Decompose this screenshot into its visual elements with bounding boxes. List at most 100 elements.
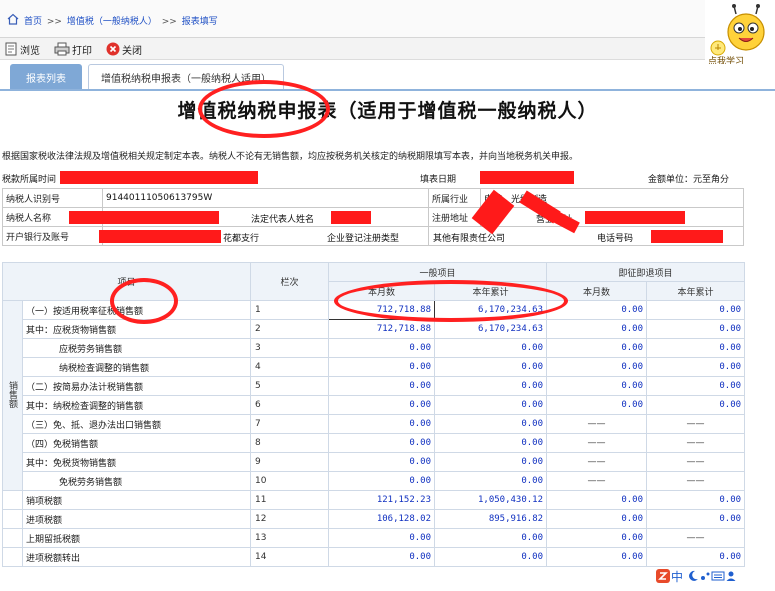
cell-refund-year[interactable]: ——	[646, 471, 746, 491]
side-label-sales: 销售额	[2, 300, 23, 491]
cell-general-year[interactable]: 895,916.82	[434, 509, 548, 529]
annotation-circle-row-label	[110, 278, 178, 324]
cell-general-month[interactable]: 0.00	[328, 357, 436, 377]
redacted-taxpayer-name	[69, 211, 219, 224]
breadcrumb-current: 报表填写	[181, 17, 218, 27]
cell-general-month[interactable]: 712,718.88	[328, 319, 436, 339]
home-icon[interactable]	[7, 13, 19, 25]
legal-rep-label: 法定代表人姓名	[251, 215, 315, 225]
cell-refund-year[interactable]: 0.00	[646, 395, 746, 415]
cell-general-year[interactable]: 0.00	[434, 376, 548, 396]
cell-refund-year[interactable]: 0.00	[646, 319, 746, 339]
cell-general-month[interactable]: 106,128.02	[328, 509, 436, 529]
cell-refund-month[interactable]: 0.00	[546, 395, 648, 415]
cell-general-month[interactable]: 0.00	[328, 395, 436, 415]
close-button-label: 关闭	[122, 45, 142, 57]
cell-general-year[interactable]: 0.00	[434, 433, 548, 453]
cell-general-year[interactable]: 0.00	[434, 471, 548, 491]
row-column-no: 5	[250, 376, 330, 396]
cell-general-month[interactable]: 0.00	[328, 338, 436, 358]
cell-general-month[interactable]: 0.00	[328, 433, 436, 453]
row-column-no: 11	[250, 490, 330, 510]
cell-general-year[interactable]: 0.00	[434, 395, 548, 415]
cell-general-year[interactable]: 0.00	[434, 338, 548, 358]
preview-icon	[5, 42, 17, 56]
cell-refund-month[interactable]: 0.00	[546, 319, 648, 339]
cell-refund-month[interactable]: ——	[546, 452, 648, 472]
row-label: （二）按简易办法计税销售额	[21, 376, 252, 396]
cell-refund-year[interactable]: 0.00	[646, 300, 746, 320]
side-blank	[2, 528, 23, 548]
row-label: （三）免、抵、退办法出口销售额	[21, 414, 252, 434]
ime-taskbar[interactable]: 中	[655, 566, 775, 586]
print-button[interactable]: 打印	[54, 40, 92, 58]
cell-refund-month[interactable]: 0.00	[546, 490, 648, 510]
cell-refund-month[interactable]: 0.00	[546, 376, 648, 396]
row-column-no: 12	[250, 509, 330, 529]
cell-refund-month[interactable]: 0.00	[546, 547, 648, 567]
cell-refund-month[interactable]: 0.00	[546, 509, 648, 529]
cell-refund-year[interactable]: 0.00	[646, 376, 746, 396]
table-row: 应税劳务销售额 3 0.00 0.00 0.00 0.00	[3, 338, 746, 358]
cell-general-month[interactable]: 0.00	[328, 414, 436, 434]
cell-refund-month[interactable]: ——	[546, 471, 648, 491]
redacted-biz-address	[585, 211, 685, 224]
header-refund-items: 即征即退项目	[546, 262, 746, 282]
cell-refund-month[interactable]: 0.00	[546, 528, 648, 548]
ime-language[interactable]: 中	[671, 568, 683, 585]
cell-general-year[interactable]: 0.00	[434, 547, 548, 567]
printer-icon	[54, 42, 70, 56]
print-button-label: 打印	[72, 45, 92, 57]
side-blank	[2, 509, 23, 529]
cell-refund-month[interactable]: 0.00	[546, 338, 648, 358]
cell-refund-year[interactable]: 0.00	[646, 490, 746, 510]
punctuation-icon[interactable]	[699, 570, 711, 582]
row-column-no: 6	[250, 395, 330, 415]
cell-refund-year[interactable]: 0.00	[646, 547, 746, 567]
cell-refund-month[interactable]: ——	[546, 414, 648, 434]
breadcrumb-home-link[interactable]: 首页	[24, 17, 42, 27]
cell-refund-year[interactable]: 0.00	[646, 357, 746, 377]
cell-general-month[interactable]: 0.00	[328, 471, 436, 491]
row-column-no: 4	[250, 357, 330, 377]
moon-icon[interactable]	[687, 570, 699, 582]
cell-refund-month[interactable]: ——	[546, 433, 648, 453]
annotation-circle-values	[334, 280, 568, 322]
user-icon[interactable]	[725, 570, 737, 582]
cell-general-month[interactable]: 0.00	[328, 547, 436, 567]
preview-button[interactable]: 浏览	[4, 40, 40, 58]
tab-report-list[interactable]: 报表列表	[10, 64, 82, 90]
cell-refund-year[interactable]: 0.00	[646, 338, 746, 358]
row-label: 销项税额	[21, 490, 252, 510]
cell-general-year[interactable]: 0.00	[434, 414, 548, 434]
cell-general-year[interactable]: 6,170,234.63	[434, 319, 548, 339]
row-column-no: 1	[250, 300, 330, 320]
cell-general-year[interactable]: 0.00	[434, 452, 548, 472]
cell-general-month[interactable]: 121,152.23	[328, 490, 436, 510]
cell-refund-year[interactable]: ——	[646, 452, 746, 472]
row-label: （四）免税销售额	[21, 433, 252, 453]
close-icon	[106, 42, 120, 56]
cell-refund-year[interactable]: 0.00	[646, 509, 746, 529]
keyboard-icon[interactable]	[711, 570, 725, 582]
cell-general-year[interactable]: 0.00	[434, 357, 548, 377]
side-blank	[2, 547, 23, 567]
row-label: 免税劳务销售额	[21, 471, 252, 491]
cell-general-year[interactable]: 1,050,430.12	[434, 490, 548, 510]
cell-general-month[interactable]: 0.00	[328, 452, 436, 472]
cell-general-year[interactable]: 0.00	[434, 528, 548, 548]
cell-refund-year[interactable]: ——	[646, 433, 746, 453]
row-label: 应税劳务销售额	[21, 338, 252, 358]
cell-general-month[interactable]: 0.00	[328, 528, 436, 548]
cell-refund-month[interactable]: 0.00	[546, 357, 648, 377]
breadcrumb-level1-link[interactable]: 增值税（一般纳税人）	[67, 17, 157, 27]
table-row: 其中：纳税检查调整的销售额 6 0.00 0.00 0.00 0.00	[3, 395, 746, 415]
industry-label: 所属行业	[428, 188, 481, 208]
close-button[interactable]: 关闭	[106, 40, 142, 58]
mascot-icon	[710, 4, 765, 56]
cell-general-month[interactable]: 0.00	[328, 376, 436, 396]
cell-refund-year[interactable]: ——	[646, 528, 746, 548]
cell-refund-year[interactable]: ——	[646, 414, 746, 434]
form-notice: 根据国家税收法律法规及增值税相关规定制定本表。纳税人不论有无销售额，均应按税务机…	[2, 152, 579, 162]
table-row: （三）免、抵、退办法出口销售额 7 0.00 0.00 —— ——	[3, 414, 746, 434]
